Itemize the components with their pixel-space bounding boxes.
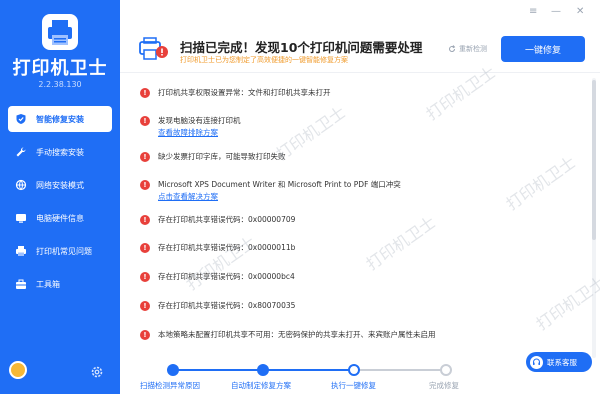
app-logo-icon bbox=[40, 12, 80, 52]
toolbox-icon bbox=[14, 277, 28, 291]
sidebar-item-toolbox[interactable]: 工具箱 bbox=[8, 271, 112, 297]
sidebar-item-label: 智能修复安装 bbox=[36, 114, 84, 124]
issue-text: Microsoft XPS Document Writer 和 Microsof… bbox=[158, 180, 401, 189]
sidebar-item-label: 网络安装模式 bbox=[36, 180, 84, 190]
error-icon: ! bbox=[140, 243, 150, 253]
monitor-icon bbox=[14, 211, 28, 225]
step-label: 执行一键修复 bbox=[331, 381, 376, 390]
network-icon bbox=[14, 178, 28, 192]
watermark: 打印机卫士 bbox=[362, 212, 440, 274]
brand-name: 打印机卫士 bbox=[12, 58, 108, 79]
step-label: 自动制定修复方案 bbox=[231, 381, 291, 390]
issue-text: 存在打印机共享错误代码：0x80070035 bbox=[158, 301, 296, 310]
list-item: ! Microsoft XPS Document Writer 和 Micros… bbox=[140, 179, 401, 203]
troubleshoot-link[interactable]: 查看故障排除方案 bbox=[158, 127, 241, 139]
headset-icon bbox=[530, 355, 543, 369]
page-subtitle: 打印机卫士已为您制定了高效便捷的一键智能修复方案 bbox=[180, 56, 348, 64]
step-dot-done bbox=[257, 364, 269, 376]
recheck-label: 重新检测 bbox=[459, 45, 487, 53]
solution-link[interactable]: 点击查看解决方案 bbox=[158, 191, 401, 203]
issue-text: 打印机共享权限设置异常：文件和打印机共享未打开 bbox=[158, 88, 331, 97]
refresh-icon bbox=[448, 45, 456, 53]
watermark: 打印机卫士 bbox=[272, 102, 350, 164]
step-dot-current bbox=[348, 364, 360, 376]
list-item: ! 发现电脑没有连接打印机 查看故障排除方案 bbox=[140, 115, 241, 139]
error-icon: ! bbox=[140, 88, 150, 98]
watermark: 打印机卫士 bbox=[422, 62, 500, 124]
page-title: 扫描已完成！发现10个打印机问题需要处理 bbox=[180, 40, 423, 55]
printer-warning-icon bbox=[138, 36, 170, 62]
issue-text: 发现电脑没有连接打印机 bbox=[158, 116, 241, 125]
support-label: 联系客服 bbox=[547, 357, 577, 367]
menu-icon[interactable]: ≡ bbox=[529, 6, 537, 17]
scrollbar-thumb[interactable] bbox=[592, 80, 596, 240]
sidebar-item-manual-search[interactable]: 手动搜索安装 bbox=[8, 139, 112, 165]
sidebar-item-label: 电脑硬件信息 bbox=[36, 213, 84, 223]
gear-icon[interactable] bbox=[90, 364, 104, 378]
sidebar-item-hardware-info[interactable]: 电脑硬件信息 bbox=[8, 205, 112, 231]
error-icon: ! bbox=[140, 152, 150, 162]
error-icon: ! bbox=[140, 215, 150, 225]
error-icon: ! bbox=[140, 272, 150, 282]
list-item: ! 存在打印机共享错误代码：0x80070035 bbox=[140, 300, 295, 312]
watermark: 打印机卫士 bbox=[532, 272, 600, 334]
main-panel: ≡ — ✕ 扫描已完成！发现10个打印机问题需要处理 打印机卫士已为您制定了高效… bbox=[120, 0, 600, 394]
error-icon: ! bbox=[140, 180, 150, 190]
sidebar-item-label: 工具箱 bbox=[36, 279, 60, 289]
scrollbar[interactable] bbox=[592, 78, 596, 358]
avatar[interactable] bbox=[9, 361, 27, 379]
list-item: ! 存在打印机共享错误代码：0x00000709 bbox=[140, 214, 295, 226]
step-dot-done bbox=[167, 364, 179, 376]
sidebar-item-label: 手动搜索安装 bbox=[36, 147, 84, 157]
error-icon: ! bbox=[140, 116, 150, 126]
error-icon: ! bbox=[140, 330, 150, 340]
sidebar-item-label: 打印机常见问题 bbox=[36, 246, 92, 256]
app-version: 2.2.38.130 bbox=[38, 80, 82, 89]
list-item: ! 缺少发票打印字库，可能导致打印失败 bbox=[140, 151, 286, 163]
watermark: 打印机卫士 bbox=[182, 232, 260, 294]
error-icon: ! bbox=[140, 301, 150, 311]
issue-text: 存在打印机共享错误代码：0x00000bc4 bbox=[158, 272, 295, 281]
close-button[interactable]: ✕ bbox=[576, 6, 584, 17]
sidebar-item-printer-faq[interactable]: 打印机常见问题 bbox=[8, 238, 112, 264]
sidebar-nav: 智能修复安装 手动搜索安装 网络安装模式 电脑硬件信息 打印机常见问题 工具箱 bbox=[0, 106, 120, 304]
one-click-fix-button[interactable]: 一键修复 bbox=[501, 36, 585, 62]
list-item: ! 打印机共享权限设置异常：文件和打印机共享未打开 bbox=[140, 87, 331, 99]
contact-support-button[interactable]: 联系客服 bbox=[526, 352, 592, 372]
watermark: 打印机卫士 bbox=[502, 152, 580, 214]
minimize-button[interactable]: — bbox=[551, 6, 561, 17]
issue-text: 本地策略未配置打印机共享不可用：无密码保护的共享未打开、来宾账户属性未启用 bbox=[158, 330, 436, 339]
issue-text: 存在打印机共享错误代码：0x00000709 bbox=[158, 215, 296, 224]
wrench-icon bbox=[14, 145, 28, 159]
header-divider bbox=[120, 72, 600, 73]
sidebar: 打印机卫士 2.2.38.130 智能修复安装 手动搜索安装 网络安装模式 电脑… bbox=[0, 0, 120, 394]
step-label: 完成修复 bbox=[429, 381, 459, 390]
step-label: 扫描检测异常原因 bbox=[140, 381, 200, 390]
step-connector-pending bbox=[354, 369, 446, 371]
recheck-button[interactable]: 重新检测 bbox=[448, 44, 487, 54]
printer-icon bbox=[14, 244, 28, 258]
sidebar-item-smart-repair[interactable]: 智能修复安装 bbox=[8, 106, 112, 132]
step-dot-pending bbox=[440, 364, 452, 376]
list-item: ! 本地策略未配置打印机共享不可用：无密码保护的共享未打开、来宾账户属性未启用 bbox=[140, 329, 436, 341]
shield-icon bbox=[14, 112, 28, 126]
issue-text: 缺少发票打印字库，可能导致打印失败 bbox=[158, 152, 286, 161]
sidebar-item-network-install[interactable]: 网络安装模式 bbox=[8, 172, 112, 198]
